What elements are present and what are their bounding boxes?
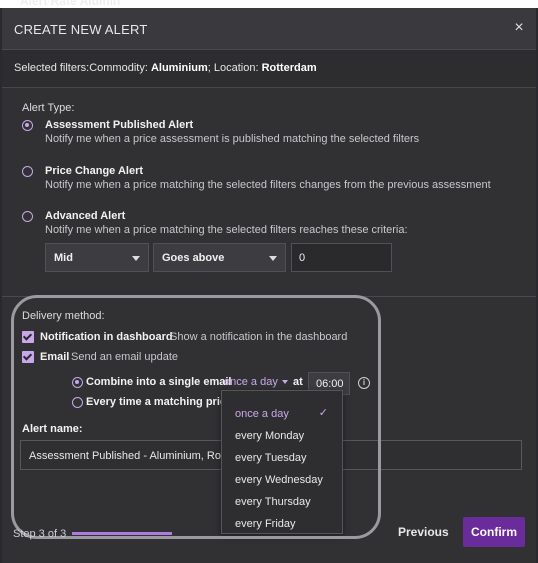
- alert-type-label: Alert Type:: [22, 102, 75, 114]
- criteria-operator-select[interactable]: Goes above: [153, 243, 286, 272]
- criteria-field-select[interactable]: Mid: [45, 243, 149, 272]
- chevron-down-icon: [269, 256, 277, 261]
- step-indicator: Step 3 of 3: [13, 528, 67, 540]
- filter-commodity: Aluminium: [150, 62, 208, 74]
- frequency-option[interactable]: once a day ✓: [222, 403, 342, 425]
- option-desc-assessment: Notify me when a price assessment is pub…: [45, 133, 420, 145]
- checkmark-icon: ✓: [318, 407, 328, 419]
- selected-filters: Selected filters:Commodity: Aluminium; L…: [2, 50, 536, 88]
- frequency-option[interactable]: every Tuesday: [222, 447, 342, 469]
- alert-name-label: Alert name:: [22, 423, 83, 435]
- previous-button[interactable]: Previous: [398, 525, 449, 539]
- confirm-button[interactable]: Confirm: [463, 517, 525, 547]
- option-desc-price-change: Notify me when a price matching the sele…: [45, 179, 491, 191]
- background-page-text: Alert Rate Alumin: [20, 0, 121, 8]
- radio-price-change[interactable]: [22, 166, 33, 177]
- info-icon[interactable]: i: [358, 377, 370, 389]
- background-page-strip: Alert Rate Alumin: [0, 0, 538, 8]
- modal-title: CREATE NEW ALERT: [14, 22, 148, 37]
- radio-assessment-published[interactable]: [22, 120, 33, 131]
- option-title-price-change[interactable]: Price Change Alert: [45, 165, 143, 177]
- filters-location-prefix: ; Location:: [207, 62, 262, 74]
- frequency-option[interactable]: every Monday: [222, 425, 342, 447]
- progress-bar: [72, 532, 172, 535]
- every-time-label[interactable]: Every time a matching price: [86, 396, 232, 408]
- combine-email-label[interactable]: Combine into a single email: [86, 376, 231, 388]
- frequency-value: once a day: [224, 376, 278, 388]
- dashboard-checkbox[interactable]: [22, 331, 34, 343]
- email-checkbox[interactable]: [22, 351, 34, 363]
- at-label: at: [293, 376, 303, 388]
- radio-combine-email[interactable]: [72, 377, 83, 388]
- frequency-option[interactable]: every Friday: [222, 513, 342, 535]
- frequency-option-label: once a day: [235, 408, 289, 420]
- criteria-value-input[interactable]: 0: [291, 243, 392, 272]
- radio-every-time[interactable]: [72, 397, 83, 408]
- frequency-dropdown: once a day ✓ every Monday every Tuesday …: [221, 390, 343, 534]
- frequency-select[interactable]: once a day: [224, 376, 288, 388]
- option-title-advanced[interactable]: Advanced Alert: [45, 210, 125, 222]
- email-title[interactable]: Email: [40, 351, 69, 363]
- dashboard-title[interactable]: Notification in dashboard: [40, 331, 173, 343]
- option-desc-advanced: Notify me when a price matching the sele…: [45, 224, 408, 236]
- criteria-field-value: Mid: [54, 252, 73, 264]
- filters-prefix: Selected filters:Commodity:: [14, 62, 151, 74]
- option-title-assessment[interactable]: Assessment Published Alert: [45, 119, 193, 131]
- create-alert-modal: CREATE NEW ALERT × Selected filters:Comm…: [2, 8, 536, 563]
- filter-location: Rotterdam: [261, 62, 317, 74]
- frequency-option[interactable]: every Thursday: [222, 491, 342, 513]
- radio-advanced[interactable]: [22, 211, 33, 222]
- email-desc: Send an email update: [71, 351, 179, 363]
- close-icon[interactable]: ×: [510, 19, 528, 37]
- frequency-option[interactable]: every Wednesday: [222, 469, 342, 491]
- chevron-down-icon: [281, 380, 288, 385]
- dashboard-desc: Show a notification in the dashboard: [170, 331, 348, 343]
- chevron-down-icon: [132, 256, 140, 261]
- criteria-operator-value: Goes above: [162, 252, 225, 264]
- delivery-method-label: Delivery method:: [22, 310, 105, 322]
- section-divider: [2, 296, 536, 297]
- modal-header: CREATE NEW ALERT ×: [2, 8, 536, 50]
